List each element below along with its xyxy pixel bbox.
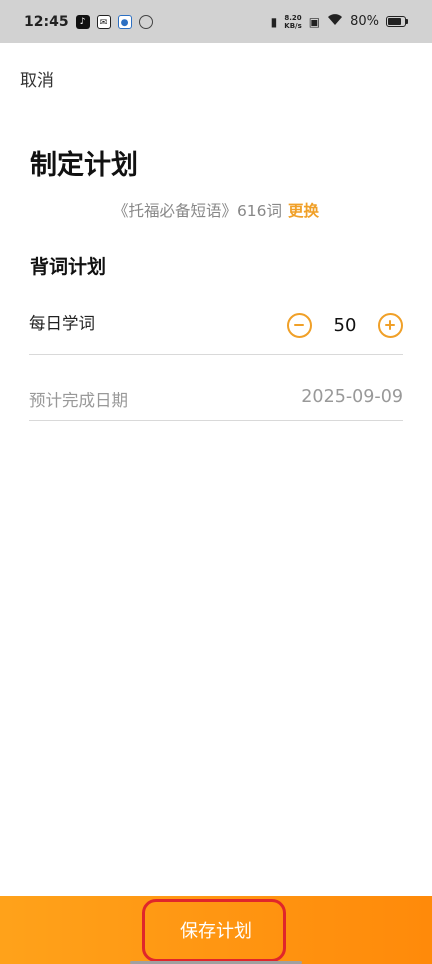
finish-date-label: 预计完成日期 [29, 391, 128, 410]
increase-button[interactable] [378, 313, 403, 338]
save-plan-button[interactable]: 保存计划 [0, 896, 432, 964]
cancel-button[interactable]: 取消 [20, 66, 54, 91]
finish-date-value[interactable]: 2025-09-09 [301, 387, 403, 407]
battery-percent: 80% [350, 14, 379, 29]
save-bar: 保存计划 [0, 896, 432, 964]
daily-words-stepper: 50 [287, 313, 403, 338]
tiktok-icon: ♪ [75, 14, 90, 29]
notification-app-icon: ● [117, 14, 132, 29]
finish-date-row[interactable]: 预计完成日期 2025-09-09 [29, 374, 403, 421]
net-speed-value: 8.20 [284, 13, 302, 22]
sim-icon: ▣ [308, 14, 321, 29]
net-speed: 8.20 KB/s [284, 14, 301, 30]
mail-icon: ✉ [96, 14, 111, 29]
decrease-button[interactable] [287, 313, 312, 338]
daily-words-value: 50 [333, 315, 357, 336]
wifi-icon [327, 13, 343, 30]
daily-words-label: 每日学词 [29, 314, 95, 333]
daily-words-row: 每日学词 50 [29, 300, 403, 355]
sync-icon [138, 14, 153, 29]
change-book-button[interactable]: 更换 [288, 202, 319, 220]
page-title: 制定计划 [30, 150, 138, 181]
book-info: 《托福必备短语》616词 更换 [0, 199, 432, 221]
status-bar: 12:45 ♪ ✉ ● ▮ 8.20 KB/s ▣ 80% [0, 0, 432, 43]
vibrate-icon: ▮ [270, 14, 278, 29]
status-bar-right: ▮ 8.20 KB/s ▣ 80% [271, 13, 408, 30]
book-name: 《托福必备短语》616词 [112, 202, 283, 220]
status-bar-left: 12:45 ♪ ✉ ● [24, 14, 153, 30]
section-title: 背词计划 [30, 256, 107, 278]
battery-icon [386, 16, 408, 27]
status-time: 12:45 [24, 13, 69, 30]
net-speed-unit: KB/s [284, 21, 302, 30]
